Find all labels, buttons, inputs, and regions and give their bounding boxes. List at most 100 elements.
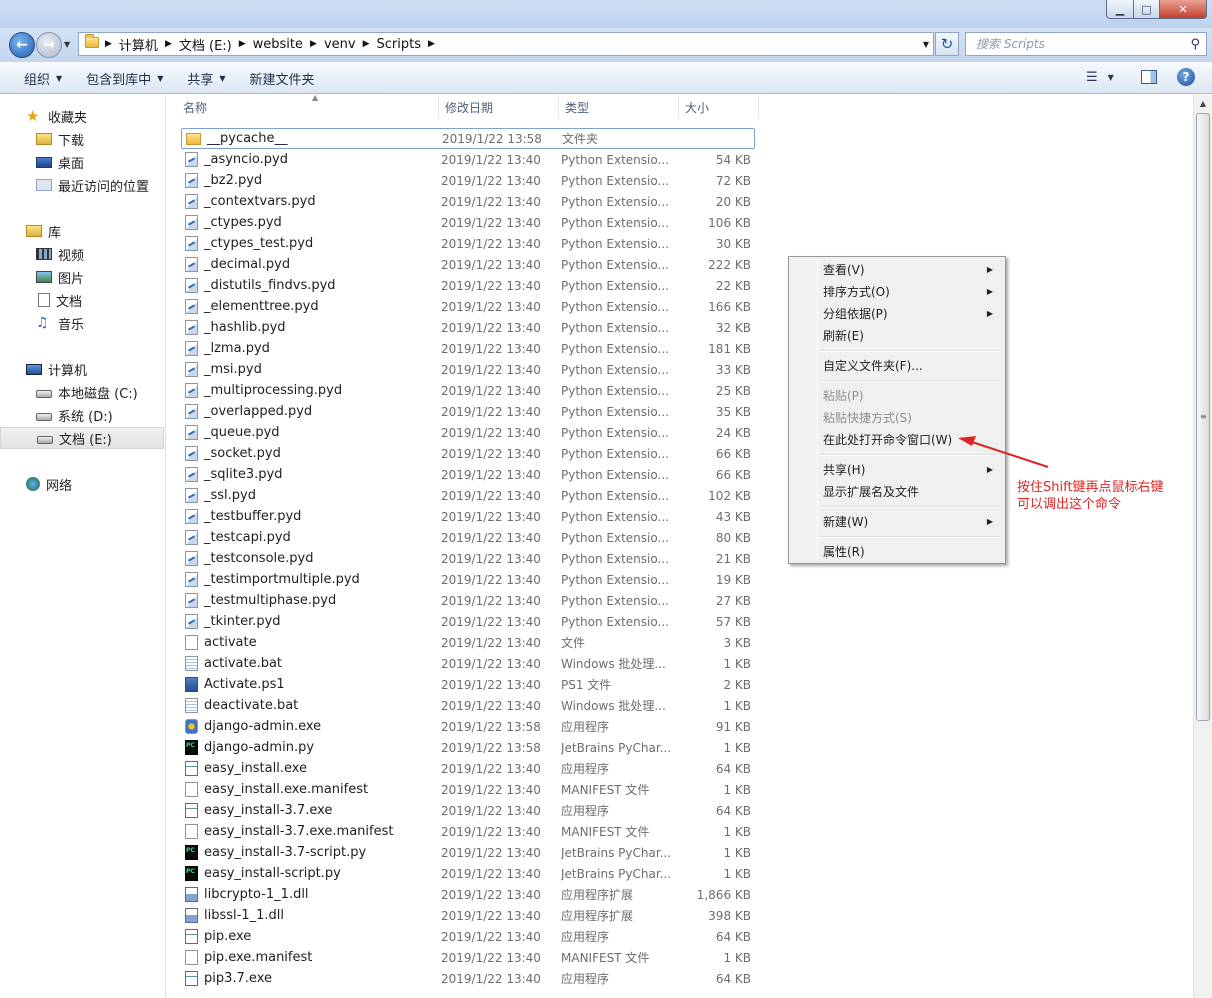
- file-row[interactable]: easy_install-3.7.exe 2019/1/22 13:40 应用程序 6…: [181, 800, 755, 821]
- organize-button[interactable]: 组织 ▼: [12, 67, 74, 89]
- refresh-button[interactable]: ↻: [935, 32, 959, 56]
- include-library-button[interactable]: 包含到库中 ▼: [74, 67, 175, 89]
- path-dropdown-button[interactable]: ▼: [923, 40, 929, 49]
- menu-item-customize[interactable]: 自定义文件夹(F)...: [791, 355, 1003, 376]
- file-row[interactable]: activate.bat 2019/1/22 13:40 Windows 批处理..…: [181, 653, 755, 674]
- nav-computer[interactable]: 计算机: [0, 358, 164, 380]
- file-row[interactable]: _ctypes.pyd 2019/1/22 13:40 Python Extensi…: [181, 212, 755, 233]
- file-row[interactable]: pip3.7.exe 2019/1/22 13:40 应用程序 64 KB: [181, 968, 755, 989]
- file-row[interactable]: activate 2019/1/22 13:40 文件 3 KB: [181, 632, 755, 653]
- menu-item-refresh[interactable]: 刷新(E): [791, 325, 1003, 346]
- column-type[interactable]: 类型: [559, 95, 679, 119]
- nav-downloads[interactable]: 下载: [0, 128, 164, 150]
- file-row[interactable]: _lzma.pyd 2019/1/22 13:40 Python Extensio.…: [181, 338, 755, 359]
- minimize-button[interactable]: ▁: [1106, 0, 1134, 19]
- file-row[interactable]: pip.exe.manifest 2019/1/22 13:40 MANIFEST …: [181, 947, 755, 968]
- column-size[interactable]: 大小: [679, 95, 759, 119]
- file-row[interactable]: _msi.pyd 2019/1/22 13:40 Python Extensio..…: [181, 359, 755, 380]
- search-input[interactable]: [976, 37, 1186, 51]
- forward-button[interactable]: →: [36, 32, 62, 58]
- nav-music[interactable]: ♫ 音乐: [0, 312, 164, 334]
- chevron-right-icon[interactable]: ▶: [359, 39, 374, 49]
- back-button[interactable]: ←: [9, 32, 35, 58]
- menu-item-show-ext[interactable]: 显示扩展名及文件: [791, 481, 1003, 502]
- nav-drive-d[interactable]: 系统 (D:): [0, 404, 164, 426]
- file-row[interactable]: _hashlib.pyd 2019/1/22 13:40 Python Extens…: [181, 317, 755, 338]
- file-row[interactable]: easy_install-3.7-script.py 2019/1/22 13:4…: [181, 842, 755, 863]
- file-row[interactable]: _ctypes_test.pyd 2019/1/22 13:40 Python Ex…: [181, 233, 755, 254]
- file-row[interactable]: _asyncio.pyd 2019/1/22 13:40 Python Extens…: [181, 149, 755, 170]
- file-row[interactable]: _queue.pyd 2019/1/22 13:40 Python Extensio…: [181, 422, 755, 443]
- preview-pane-button[interactable]: [1141, 70, 1157, 84]
- file-row[interactable]: _testmultiphase.pyd 2019/1/22 13:40 Python…: [181, 590, 755, 611]
- nav-drive-c[interactable]: 本地磁盘 (C:): [0, 381, 164, 403]
- file-icon: [185, 509, 198, 524]
- breadcrumb-venv[interactable]: venv: [321, 33, 359, 55]
- file-row[interactable]: deactivate.bat 2019/1/22 13:40 Windows 批处理…: [181, 695, 755, 716]
- close-button[interactable]: ✕: [1160, 0, 1207, 19]
- path-box[interactable]: ▶ 计算机 ▶ 文档 (E:) ▶ website ▶ venv ▶ Scrip…: [78, 32, 934, 56]
- column-name[interactable]: 名称: [177, 95, 439, 119]
- file-row[interactable]: easy_install.exe 2019/1/22 13:40 应用程序 64 KB: [181, 758, 755, 779]
- file-row[interactable]: _distutils_findvs.pyd 2019/1/22 13:40 Pyth…: [181, 275, 755, 296]
- chevron-right-icon[interactable]: ▶: [161, 39, 176, 49]
- nav-recent[interactable]: 最近访问的位置: [0, 174, 164, 196]
- file-row[interactable]: _ssl.pyd 2019/1/22 13:40 Python Extensio..…: [181, 485, 755, 506]
- nav-network[interactable]: 网络: [0, 473, 164, 495]
- breadcrumb-computer[interactable]: 计算机: [116, 33, 161, 55]
- column-date[interactable]: 修改日期: [439, 95, 559, 119]
- menu-item-view[interactable]: 查看(V) ▶: [791, 259, 1003, 280]
- menu-item-group[interactable]: 分组依据(P) ▶: [791, 303, 1003, 324]
- file-row[interactable]: _contextvars.pyd 2019/1/22 13:40 Python Ex…: [181, 191, 755, 212]
- share-button[interactable]: 共享 ▼: [175, 67, 237, 89]
- file-row[interactable]: easy_install.exe.manifest 2019/1/22 13:40…: [181, 779, 755, 800]
- chevron-right-icon[interactable]: ▶: [424, 39, 439, 49]
- history-dropdown-button[interactable]: ▼: [64, 40, 70, 49]
- file-row[interactable]: easy_install-3.7.exe.manifest 2019/1/22 1…: [181, 821, 755, 842]
- nav-desktop[interactable]: 桌面: [0, 151, 164, 173]
- help-button[interactable]: ?: [1177, 68, 1195, 86]
- maximize-button[interactable]: □: [1134, 0, 1160, 19]
- nav-favorites[interactable]: ★ 收藏夹: [0, 105, 164, 127]
- new-folder-button[interactable]: 新建文件夹: [238, 67, 327, 89]
- breadcrumb-scripts[interactable]: Scripts: [374, 33, 424, 55]
- search-icon[interactable]: ⚲: [1190, 37, 1200, 52]
- file-row[interactable]: _testcapi.pyd 2019/1/22 13:40 Python Exten…: [181, 527, 755, 548]
- file-row[interactable]: __pycache__ 2019/1/22 13:58 文件夹: [181, 128, 755, 149]
- breadcrumb-website[interactable]: website: [250, 33, 306, 55]
- file-row[interactable]: django-admin.py 2019/1/22 13:58 JetBrains …: [181, 737, 755, 758]
- file-row[interactable]: Activate.ps1 2019/1/22 13:40 PS1 文件 2 KB: [181, 674, 755, 695]
- chevron-right-icon[interactable]: ▶: [306, 39, 321, 49]
- file-row[interactable]: django-admin.exe 2019/1/22 13:58 应用程序 91 KB: [181, 716, 755, 737]
- file-row[interactable]: _socket.pyd 2019/1/22 13:40 Python Extensi…: [181, 443, 755, 464]
- nav-documents[interactable]: 文档: [0, 289, 164, 311]
- file-row[interactable]: easy_install-script.py 2019/1/22 13:40 Jet…: [181, 863, 755, 884]
- scroll-thumb[interactable]: ≡: [1196, 113, 1210, 721]
- file-row[interactable]: _sqlite3.pyd 2019/1/22 13:40 Python Extens…: [181, 464, 755, 485]
- file-row[interactable]: _elementtree.pyd 2019/1/22 13:40 Python Ex…: [181, 296, 755, 317]
- file-row[interactable]: _testimportmultiple.pyd 2019/1/22 13:40 Py…: [181, 569, 755, 590]
- file-row[interactable]: libssl-1_1.dll 2019/1/22 13:40 应用程序扩展 398 K…: [181, 905, 755, 926]
- chevron-right-icon[interactable]: ▶: [101, 39, 116, 49]
- menu-item-sort[interactable]: 排序方式(O) ▶: [791, 281, 1003, 302]
- file-row[interactable]: _bz2.pyd 2019/1/22 13:40 Python Extensio..…: [181, 170, 755, 191]
- change-view-button[interactable]: ☰ ▼: [1086, 70, 1114, 85]
- nav-videos[interactable]: 视频: [0, 243, 164, 265]
- file-row[interactable]: _decimal.pyd 2019/1/22 13:40 Python Extens…: [181, 254, 755, 275]
- nav-libraries[interactable]: 库: [0, 220, 164, 242]
- chevron-right-icon[interactable]: ▶: [235, 39, 250, 49]
- file-row[interactable]: _tkinter.pyd 2019/1/22 13:40 Python Extens…: [181, 611, 755, 632]
- menu-item-new[interactable]: 新建(W) ▶: [791, 511, 1003, 532]
- breadcrumb-drive-e[interactable]: 文档 (E:): [176, 33, 235, 55]
- menu-item-properties[interactable]: 属性(R): [791, 541, 1003, 562]
- vertical-scrollbar[interactable]: ▲ ≡: [1193, 95, 1212, 998]
- nav-drive-e[interactable]: 文档 (E:): [0, 427, 164, 449]
- scroll-up-button[interactable]: ▲: [1194, 95, 1212, 112]
- file-row[interactable]: _multiprocessing.pyd 2019/1/22 13:40 Pytho…: [181, 380, 755, 401]
- file-row[interactable]: _overlapped.pyd 2019/1/22 13:40 Python Ext…: [181, 401, 755, 422]
- nav-pictures[interactable]: 图片: [0, 266, 164, 288]
- file-row[interactable]: pip.exe 2019/1/22 13:40 应用程序 64 KB: [181, 926, 755, 947]
- file-row[interactable]: _testconsole.pyd 2019/1/22 13:40 Python Ex…: [181, 548, 755, 569]
- file-row[interactable]: libcrypto-1_1.dll 2019/1/22 13:40 应用程序扩展 1,…: [181, 884, 755, 905]
- file-row[interactable]: _testbuffer.pyd 2019/1/22 13:40 Python Ext…: [181, 506, 755, 527]
